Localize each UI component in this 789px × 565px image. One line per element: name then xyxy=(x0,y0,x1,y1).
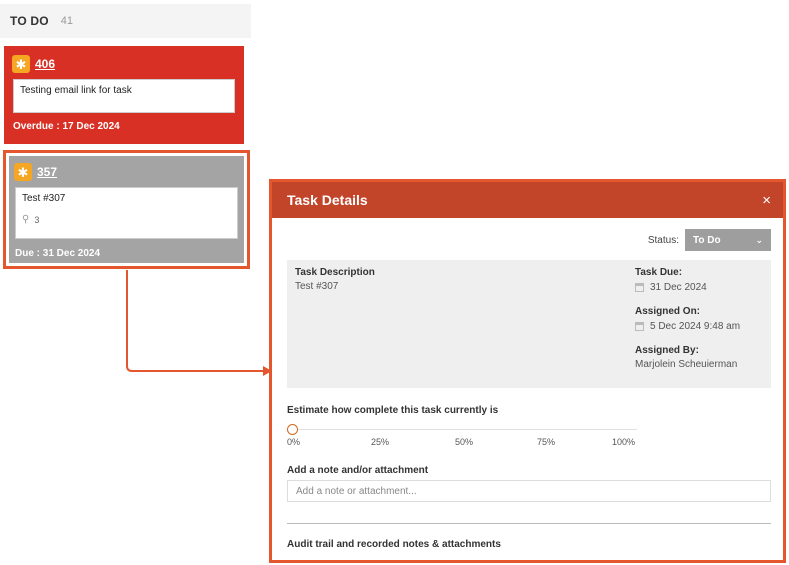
assigned-on-value: 5 Dec 2024 9:48 am xyxy=(650,321,741,332)
completion-slider[interactable] xyxy=(287,424,637,436)
status-dropdown[interactable]: To Do ⌄ xyxy=(685,229,771,251)
assigned-by-label: Assigned By: xyxy=(635,345,699,356)
slider-tick: 25% xyxy=(371,437,390,447)
assigned-by-value: Marjolein Scheuierman xyxy=(635,359,738,370)
slider-ticks: 0% 25% 50% 75% 100% xyxy=(287,437,647,449)
due-value: 31 Dec 2024 xyxy=(650,282,707,293)
note-input[interactable] xyxy=(287,480,771,502)
status-label: Status: xyxy=(647,234,679,246)
note-label: Add a note and/or attachment xyxy=(287,465,429,476)
calendar-icon xyxy=(635,283,644,292)
chevron-down-icon: ⌄ xyxy=(755,234,763,245)
divider xyxy=(287,523,771,524)
task-details-panel: Task Description Test #307 Task Due: 31 … xyxy=(287,260,771,388)
due-label: Task Due: xyxy=(635,267,683,278)
modal-header: Task Details × xyxy=(272,182,783,218)
slider-tick: 100% xyxy=(612,437,636,447)
slider-tick: 0% xyxy=(287,437,301,447)
slider-tick: 75% xyxy=(537,437,556,447)
modal-title: Task Details xyxy=(287,192,368,208)
assigned-on-label: Assigned On: xyxy=(635,306,701,317)
status-value: To Do xyxy=(693,234,721,246)
slider-tick: 50% xyxy=(455,437,474,447)
description-label: Task Description xyxy=(295,267,375,278)
calendar-icon xyxy=(635,322,644,331)
task-details-modal: Task Details × Status: To Do ⌄ Task Desc… xyxy=(269,179,786,563)
description-value: Test #307 xyxy=(295,281,339,292)
slider-track xyxy=(293,429,637,430)
status-row: Status: To Do ⌄ xyxy=(287,229,771,251)
close-icon[interactable]: × xyxy=(762,192,771,209)
audit-trail-label: Audit trail and recorded notes & attachm… xyxy=(287,539,501,550)
estimate-label: Estimate how complete this task currentl… xyxy=(287,405,499,416)
slider-handle[interactable] xyxy=(287,424,298,435)
